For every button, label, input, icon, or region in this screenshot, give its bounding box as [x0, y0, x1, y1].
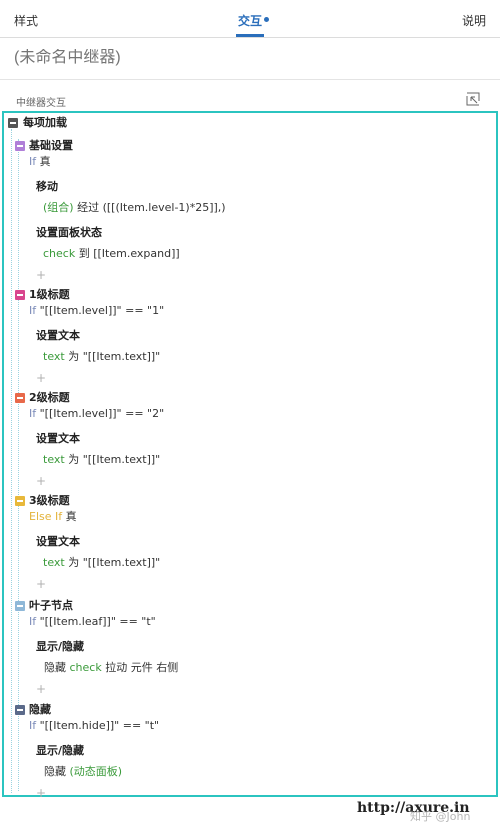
condition-expression: "[[Item.level]]" == "2" — [39, 407, 165, 420]
add-action-button[interactable]: + — [36, 577, 46, 591]
condition-keyword: If — [29, 407, 37, 420]
action-name[interactable]: 设置文本 — [36, 535, 80, 549]
condition-keyword: If — [29, 719, 37, 732]
tab-notes[interactable]: 说明 — [462, 12, 486, 29]
case-condition[interactable]: If 真 — [29, 155, 51, 169]
action-detail-text: 经过 ([[(Item.level-1)*25]],) — [77, 201, 226, 214]
action-detail-text: 为 "[[Item.text]]" — [68, 350, 161, 363]
action-detail[interactable]: (组合) 经过 ([[(Item.level-1)*25]],) — [43, 201, 226, 215]
add-action-button[interactable]: + — [36, 682, 46, 696]
interaction-tree: 每项加载 基础设置 If 真移动 (组合) 经过 ([[(Item.level-1)… — [4, 113, 496, 800]
case-title[interactable]: 1级标题 — [29, 288, 70, 302]
action-target: text — [43, 556, 65, 569]
action-target: (组合) — [43, 201, 74, 214]
action-target: (动态面板) — [69, 765, 123, 778]
action-detail[interactable]: 隐藏 (动态面板) — [44, 765, 122, 779]
action-detail[interactable]: check 到 [[Item.expand]] — [43, 247, 180, 261]
case-condition[interactable]: If "[[Item.hide]]" == "t" — [29, 719, 159, 733]
case-title[interactable]: 叶子节点 — [29, 599, 73, 613]
section-title: 中继器交互 — [16, 98, 66, 109]
case-condition[interactable]: Else If 真 — [29, 510, 77, 524]
root-event-icon — [8, 118, 18, 128]
action-detail[interactable]: text 为 "[[Item.text]]" — [43, 453, 160, 467]
condition-expression: "[[Item.hide]]" == "t" — [39, 719, 160, 732]
tab-interaction[interactable]: 交互 — [238, 12, 262, 29]
widget-name-row — [0, 38, 500, 80]
action-name[interactable]: 移动 — [36, 180, 58, 194]
case-icon — [15, 705, 25, 715]
action-detail-text: 拉动 元件 右侧 — [105, 661, 179, 674]
active-tab-indicator — [236, 34, 264, 37]
action-detail-text: 为 "[[Item.text]]" — [68, 556, 161, 569]
case-title[interactable]: 2级标题 — [29, 391, 70, 405]
action-target: text — [43, 453, 65, 466]
tab-bar: 样式 交互 说明 — [0, 0, 500, 38]
add-action-button[interactable]: + — [36, 474, 46, 488]
case-title[interactable]: 基础设置 — [29, 139, 73, 153]
interaction-panel: 每项加载 基础设置 If 真移动 (组合) 经过 ([[(Item.level-1)… — [2, 111, 498, 800]
action-detail-prefix: 隐藏 — [44, 661, 66, 674]
add-action-button[interactable]: + — [36, 268, 46, 282]
action-name[interactable]: 显示/隐藏 — [36, 744, 84, 758]
watermark: 知乎 @John — [410, 810, 471, 823]
case-icon — [15, 496, 25, 506]
action-name[interactable]: 设置文本 — [36, 329, 80, 343]
case-condition[interactable]: If "[[Item.level]]" == "1" — [29, 304, 164, 318]
condition-keyword: Else If — [29, 510, 63, 523]
case-condition[interactable]: If "[[Item.leaf]]" == "t" — [29, 615, 156, 629]
case-icon — [15, 290, 25, 300]
widget-name-input[interactable] — [14, 49, 414, 67]
case-icon — [15, 393, 25, 403]
case-condition[interactable]: If "[[Item.level]]" == "2" — [29, 407, 164, 421]
action-detail[interactable]: 隐藏 check 拉动 元件 右侧 — [44, 661, 178, 675]
action-detail-text: 到 [[Item.expand]] — [78, 247, 180, 260]
condition-keyword: If — [29, 615, 37, 628]
condition-expression: "[[Item.leaf]]" == "t" — [39, 615, 156, 628]
action-name[interactable]: 设置面板状态 — [36, 226, 102, 240]
tab-style[interactable]: 样式 — [14, 12, 38, 29]
case-title[interactable]: 3级标题 — [29, 494, 70, 508]
action-detail[interactable]: text 为 "[[Item.text]]" — [43, 556, 160, 570]
action-detail[interactable]: text 为 "[[Item.text]]" — [43, 350, 160, 364]
case-title[interactable]: 隐藏 — [29, 703, 51, 717]
action-name[interactable]: 显示/隐藏 — [36, 640, 84, 654]
collapse-icon[interactable] — [466, 92, 480, 106]
event-label[interactable]: 每项加载 — [23, 116, 67, 130]
condition-keyword: If — [29, 304, 37, 317]
condition-expression: "[[Item.level]]" == "1" — [39, 304, 165, 317]
condition-expression: 真 — [39, 155, 51, 168]
add-action-button[interactable]: + — [36, 371, 46, 385]
add-action-button[interactable]: + — [36, 786, 46, 800]
case-icon — [15, 141, 25, 151]
action-detail-prefix: 隐藏 — [44, 765, 66, 778]
unsaved-dot-icon — [264, 17, 269, 22]
condition-expression: 真 — [65, 510, 77, 523]
action-name[interactable]: 设置文本 — [36, 432, 80, 446]
action-detail-text: 为 "[[Item.text]]" — [68, 453, 161, 466]
case-icon — [15, 601, 25, 611]
action-target: text — [43, 350, 65, 363]
tree-guide-line — [18, 139, 19, 791]
condition-keyword: If — [29, 155, 37, 168]
action-target: check — [69, 661, 102, 674]
action-target: check — [43, 247, 76, 260]
tree-guide-line — [11, 129, 12, 793]
